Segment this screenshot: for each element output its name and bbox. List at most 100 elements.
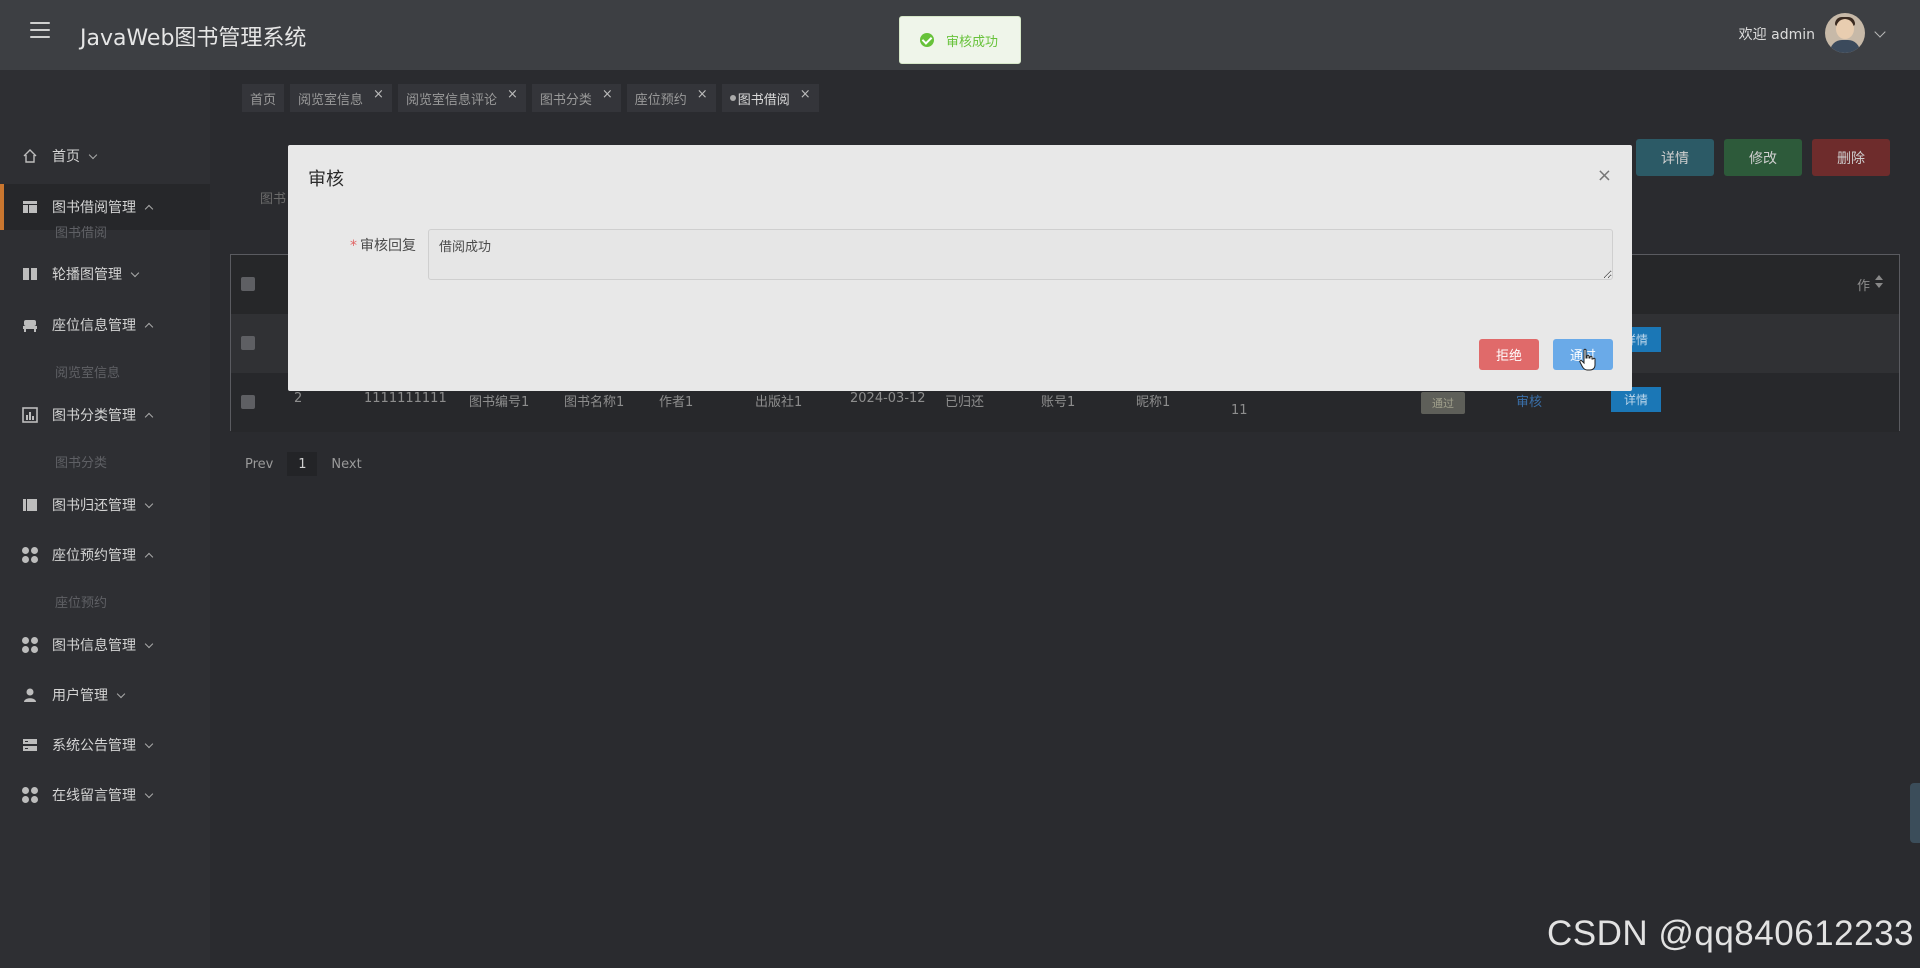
sidebar-item-user-management[interactable]: 用户管理 <box>0 672 210 718</box>
book-icon <box>22 266 38 282</box>
sidebar-subitem-reading-room[interactable]: 阅览室信息 <box>55 362 120 381</box>
apps-icon <box>22 787 38 803</box>
next-page-link[interactable]: Next <box>321 457 371 472</box>
seat-icon <box>22 317 38 333</box>
column-header: 作 <box>1857 279 1871 294</box>
sidebar-item-label: 图书分类管理 <box>52 408 136 424</box>
chevron-down-icon <box>144 639 154 648</box>
table-icon <box>22 199 38 215</box>
app-title: JavaWeb图书管理系统 <box>80 26 307 51</box>
chevron-up-icon <box>144 322 154 331</box>
sidebar-item-label: 轮播图管理 <box>52 267 122 283</box>
tab-book-category[interactable]: 图书分类 × <box>531 84 621 112</box>
row-checkbox[interactable] <box>241 336 255 350</box>
tab-home[interactable]: 首页 <box>242 84 285 112</box>
tab-label: 首页 <box>250 92 277 108</box>
close-icon[interactable]: × <box>800 87 811 102</box>
success-toast: 审核成功 <box>899 16 1021 64</box>
sidebar-item-seat-management[interactable]: 座位信息管理 <box>0 302 210 348</box>
reject-button[interactable]: 拒绝 <box>1479 339 1539 370</box>
cell-index: 2 <box>294 391 303 406</box>
chevron-down-icon[interactable] <box>1874 26 1886 38</box>
server-icon <box>22 737 38 753</box>
row-checkbox[interactable] <box>241 395 255 409</box>
cell-account: 账号1 <box>1041 395 1076 410</box>
avatar[interactable] <box>1825 13 1865 53</box>
close-icon[interactable]: × <box>697 87 708 102</box>
sidebar-item-label: 图书信息管理 <box>52 638 136 654</box>
chevron-up-icon <box>144 204 154 213</box>
sidebar-item-return-management[interactable]: 图书归还管理 <box>0 482 210 528</box>
toast-message: 审核成功 <box>946 34 999 50</box>
cell-phone-continued: 11 <box>1231 403 1248 418</box>
dialog-title: 审核 <box>308 169 344 190</box>
reply-textarea[interactable] <box>428 229 1613 280</box>
chevron-up-icon <box>144 412 154 421</box>
tab-book-borrow[interactable]: 图书借阅 × <box>721 84 819 112</box>
cell-publisher: 出版社1 <box>755 395 803 410</box>
close-icon[interactable]: × <box>602 87 613 102</box>
active-dot-icon <box>729 95 736 101</box>
cell-book-name: 图书名称1 <box>564 395 625 410</box>
select-all-checkbox[interactable] <box>241 277 255 291</box>
chevron-up-icon <box>144 552 154 561</box>
watermark: CSDN @qq840612233 <box>1546 914 1914 953</box>
sidebar-item-label: 系统公告管理 <box>52 738 136 754</box>
sidebar-item-label: 座位预约管理 <box>52 548 136 564</box>
tab-reading-room-comments[interactable]: 阅览室信息评论 × <box>397 84 526 112</box>
apps-icon <box>22 547 38 563</box>
chevron-down-icon <box>88 150 98 159</box>
prev-page-link[interactable]: Prev <box>235 457 283 472</box>
sidebar-item-message-management[interactable]: 在线留言管理 <box>0 772 210 818</box>
sidebar-item-label: 图书借阅管理 <box>52 200 136 216</box>
chevron-down-icon <box>144 499 154 508</box>
sidebar-item-label: 用户管理 <box>52 688 108 704</box>
check-circle-icon <box>920 33 934 47</box>
tab-label: 座位预约 <box>634 92 687 108</box>
reply-label-text: 审核回复 <box>360 238 416 254</box>
tab-label: 阅览室信息评论 <box>405 92 497 108</box>
tab-reading-room[interactable]: 阅览室信息 × <box>290 84 392 112</box>
delete-button[interactable]: 删除 <box>1812 139 1890 176</box>
tab-label: 图书分类 <box>539 92 592 108</box>
sidebar-item-book-info-management[interactable]: 图书信息管理 <box>0 622 210 668</box>
sidebar-item-seat-reservation-management[interactable]: 座位预约管理 <box>0 532 210 578</box>
sidebar-item-carousel-management[interactable]: 轮播图管理 <box>0 251 210 297</box>
chart-icon <box>22 407 38 423</box>
sidebar-item-label: 首页 <box>52 149 80 165</box>
tab-label: 阅览室信息 <box>298 92 364 108</box>
sidebar-item-label: 在线留言管理 <box>52 788 136 804</box>
chevron-down-icon <box>144 789 154 798</box>
chevron-down-icon <box>116 689 126 698</box>
sidebar-item-announcement-management[interactable]: 系统公告管理 <box>0 722 210 768</box>
side-widget[interactable] <box>1910 783 1920 843</box>
status-badge: 通过 <box>1421 392 1465 414</box>
sidebar-subitem-borrow[interactable]: 图书借阅 <box>55 222 107 241</box>
cell-code: 1111111111 <box>364 391 447 406</box>
tab-label: 图书借阅 <box>737 92 790 108</box>
hand-cursor-icon <box>1579 348 1596 371</box>
sidebar-item-label: 座位信息管理 <box>52 318 136 334</box>
cell-status: 已归还 <box>945 395 985 410</box>
welcome-text: 欢迎 admin <box>1738 27 1815 43</box>
menu-toggle-icon[interactable] <box>30 22 50 38</box>
edit-button[interactable]: 修改 <box>1724 139 1802 176</box>
tab-seat-reservation[interactable]: 座位预约 × <box>626 84 716 112</box>
close-icon[interactable]: × <box>373 87 384 102</box>
search-label: 图书 <box>260 192 287 207</box>
sidebar-subitem-seat-reservation[interactable]: 座位预约 <box>55 592 107 611</box>
required-marker: * <box>350 238 357 254</box>
close-icon[interactable]: × <box>507 87 518 102</box>
sidebar-subitem-category[interactable]: 图书分类 <box>55 452 107 471</box>
current-page[interactable]: 1 <box>287 452 318 476</box>
audit-link[interactable]: 审核 <box>1516 391 1542 410</box>
cell-date: 2024-03-12 <box>850 391 926 406</box>
sidebar: 首页 图书借阅管理 图书借阅 轮播图管理 座位信息管理 阅览室信息 图书分类管理… <box>0 70 210 968</box>
close-icon[interactable]: × <box>1597 165 1612 186</box>
sidebar-item-home[interactable]: 首页 <box>0 133 210 179</box>
detail-button[interactable]: 详情 <box>1636 139 1714 176</box>
chevron-down-icon <box>144 739 154 748</box>
user-icon <box>22 687 38 703</box>
cell-nickname: 昵称1 <box>1136 395 1171 410</box>
sidebar-item-category-management[interactable]: 图书分类管理 <box>0 392 210 438</box>
